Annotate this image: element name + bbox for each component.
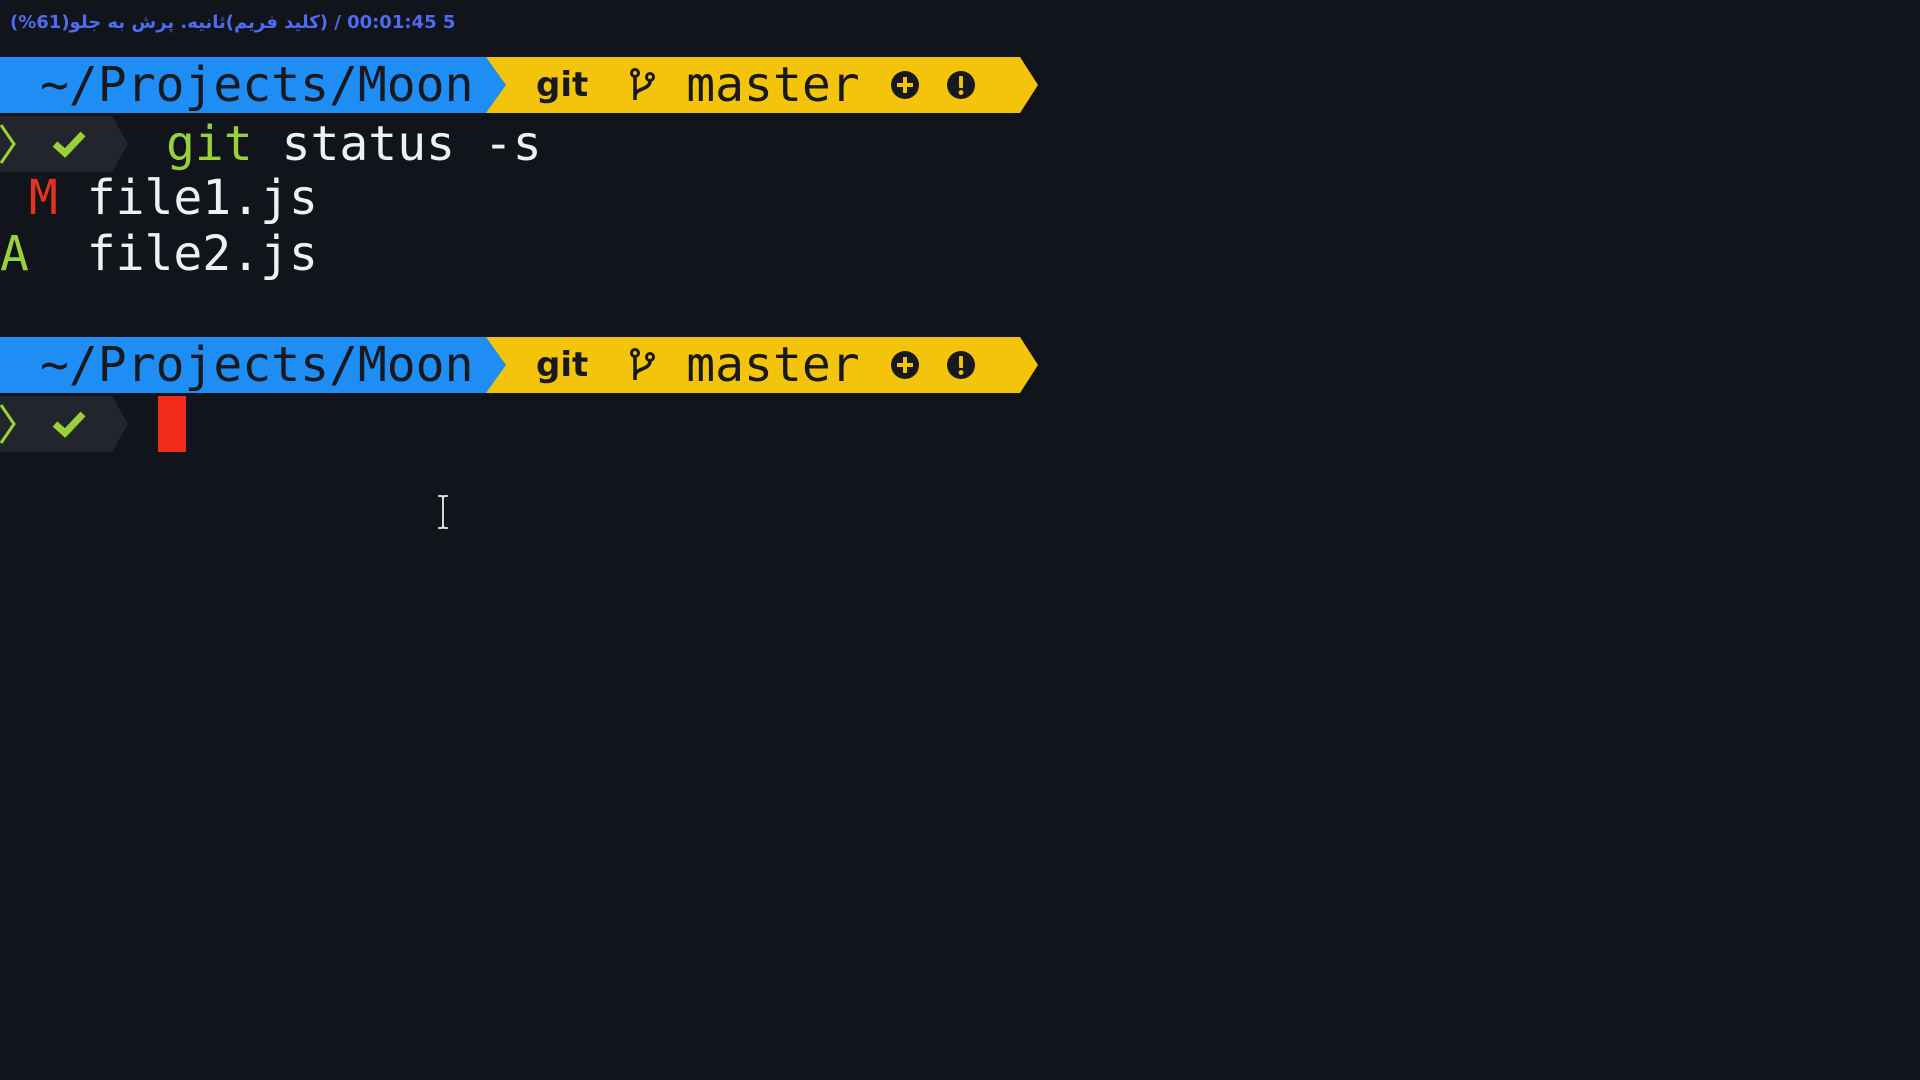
command-line[interactable]: git status -s <box>0 116 542 172</box>
path-text: ~/Projects/Moon <box>40 337 474 393</box>
path-segment: ~/Projects/Moon <box>0 337 486 393</box>
branch-icon <box>630 68 656 100</box>
status-code-modified: M <box>0 170 58 226</box>
exit-status-segment <box>0 116 112 172</box>
plus-circle-icon <box>890 71 919 99</box>
terminal-window[interactable]: 5 00:01:45 / (کلید فریم)ثانیه. پرش به جل… <box>0 0 1920 1080</box>
prompt-bar: ~/Projects/Moon git master <box>0 57 1038 113</box>
command-text: git status -s <box>166 116 542 172</box>
branch-name: master <box>686 337 860 393</box>
status-output-line: M file1.js <box>0 170 318 226</box>
prompt-bar: ~/Projects/Moon git master <box>0 337 1038 393</box>
path-text: ~/Projects/Moon <box>40 57 474 113</box>
path-segment: ~/Projects/Moon <box>0 57 486 113</box>
ibeam-cursor-icon <box>438 495 448 529</box>
status-separator <box>112 396 128 452</box>
plus-circle-icon <box>890 351 919 379</box>
vcs-label: git <box>536 345 589 385</box>
output-filename: file2.js <box>57 226 318 282</box>
exit-status-segment <box>0 396 112 452</box>
active-input-line[interactable] <box>0 396 186 452</box>
chevron-right-icon <box>0 124 16 164</box>
chevron-right-icon <box>0 404 16 444</box>
exclamation-circle-icon <box>946 71 975 99</box>
status-code-added: A <box>0 226 58 282</box>
output-filename: file1.js <box>57 170 318 226</box>
vcs-label: git <box>536 65 589 105</box>
branch-name: master <box>686 57 860 113</box>
video-seek-overlay: 5 00:01:45 / (کلید فریم)ثانیه. پرش به جل… <box>10 12 456 33</box>
segment-separator <box>486 337 506 393</box>
status-separator <box>112 116 128 172</box>
checkmark-icon <box>52 411 86 438</box>
segment-end-arrow <box>1020 337 1038 393</box>
git-segment: git master <box>506 337 1020 393</box>
git-segment: git master <box>506 57 1020 113</box>
command-keyword: git <box>166 116 253 172</box>
status-output-line: A file2.js <box>0 226 318 282</box>
branch-icon <box>630 348 656 380</box>
segment-separator <box>486 57 506 113</box>
checkmark-icon <box>52 131 86 158</box>
command-args: status -s <box>252 116 542 172</box>
segment-end-arrow <box>1020 57 1038 113</box>
exclamation-circle-icon <box>946 351 975 379</box>
text-cursor <box>158 396 186 452</box>
